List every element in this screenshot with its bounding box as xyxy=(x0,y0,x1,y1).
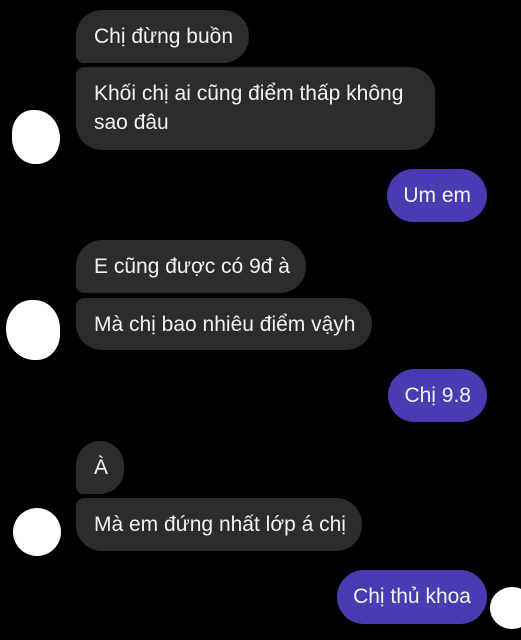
redacted-avatar-icon xyxy=(12,110,60,164)
redacted-avatar-icon xyxy=(6,300,60,360)
incoming-message[interactable]: Chị đừng buồn xyxy=(76,10,249,63)
incoming-message[interactable]: Mà chị bao nhiêu điểm vậyh xyxy=(76,298,372,350)
redacted-avatar-icon xyxy=(13,508,61,556)
outgoing-message[interactable]: Um em xyxy=(387,169,487,222)
incoming-message[interactable]: Khối chị ai cũng điểm thấp không sao đâu xyxy=(76,67,435,150)
incoming-message[interactable]: E cũng được có 9đ à xyxy=(76,240,306,293)
outgoing-message[interactable]: Chị 9.8 xyxy=(388,369,487,422)
incoming-message[interactable]: À xyxy=(76,441,125,494)
redacted-avatar-icon xyxy=(490,587,521,629)
outgoing-message[interactable]: Chị thủ khoa xyxy=(337,570,487,624)
incoming-message[interactable]: Mà em đứng nhất lớp á chị xyxy=(76,498,362,551)
